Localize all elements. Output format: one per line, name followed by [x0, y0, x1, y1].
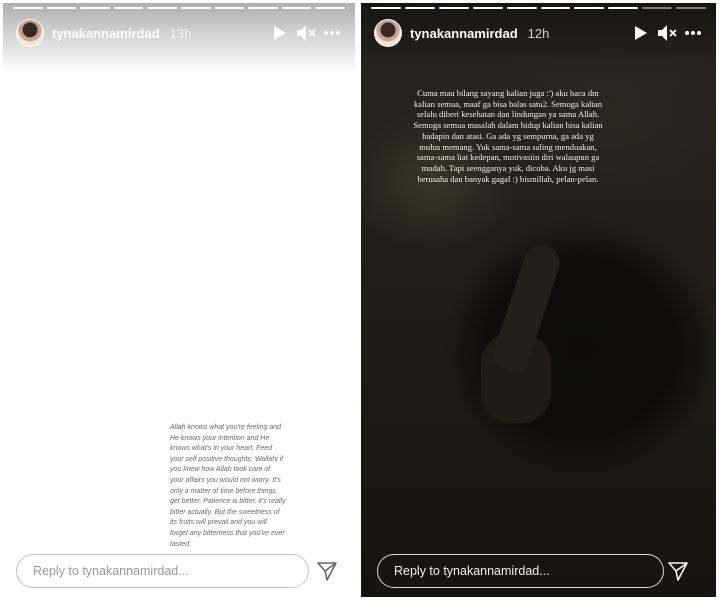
caption-line: bitter actually. But the sweetness of — [170, 508, 280, 516]
progress-segment — [608, 7, 639, 9]
play-icon[interactable] — [269, 22, 291, 44]
progress-segment — [80, 7, 110, 9]
progress-segment — [46, 7, 77, 9]
progress-segment — [371, 7, 401, 9]
caption-line: Allah knows what you're feeling and — [170, 424, 282, 431]
progress-segment — [438, 7, 469, 9]
caption-line: only a matter of time before things — [170, 487, 276, 495]
send-icon[interactable] — [315, 559, 339, 583]
progress-segment — [642, 7, 673, 9]
caption-line: you knew how Allah took care of — [170, 466, 271, 474]
caption-line: selalu diberi kesehatan dan lindungan ya… — [416, 109, 600, 120]
progress-segment — [13, 7, 43, 9]
send-icon[interactable] — [666, 559, 690, 583]
progress-segment — [676, 7, 707, 9]
caption-line: sama-sama liat kedepan, motivasiin diri … — [416, 152, 600, 163]
progress-segment — [574, 7, 605, 9]
progress-segment — [506, 7, 537, 9]
progress-segment — [248, 7, 278, 9]
story-timestamp: 13h — [169, 25, 192, 41]
caption-line: your self positive thoughts. Wallahi if — [170, 455, 284, 463]
story-timestamp: 12h — [527, 25, 550, 41]
story-header: tynakannamirdad 12h — [374, 18, 704, 48]
progress-segment — [404, 7, 435, 9]
mute-icon[interactable] — [656, 22, 678, 44]
caption-line: Cuma mau bilang sayang kalian juga :') a… — [417, 88, 599, 98]
reply-placeholder: Reply to tynakannamirdad... — [33, 564, 189, 578]
story-progress-bar — [13, 7, 345, 9]
caption-line: tasted. — [170, 540, 192, 548]
progress-segment — [315, 7, 345, 9]
story-caption: Allah knows what you're feeling and He kn… — [170, 423, 310, 550]
more-icon[interactable] — [321, 22, 343, 44]
caption-line: mulus memang. Yuk sama-sama saling mendo… — [419, 141, 597, 152]
caption-line: berusaha dan banyak gagal :) bismillah, … — [417, 173, 599, 184]
progress-segment — [472, 7, 503, 9]
progress-segment — [540, 7, 571, 9]
mute-icon[interactable] — [295, 22, 317, 44]
caption-line: mudah. Tapi seengganya yuk, dicoba. Aku … — [421, 162, 595, 173]
caption-line: Semoga semua masalah dalam hidup kalian … — [413, 120, 603, 131]
progress-segment — [147, 7, 177, 9]
caption-line: He knows your intention and He — [170, 434, 270, 442]
caption-line: forget any bitterness that you've ever — [170, 529, 285, 537]
progress-segment — [113, 7, 144, 9]
progress-segment — [281, 7, 312, 9]
caption-line: kalian semua, maaf ga bisa balas satu2. … — [413, 98, 603, 109]
reply-input[interactable]: Reply to tynakannamirdad... — [377, 554, 664, 588]
avatar[interactable] — [16, 19, 44, 47]
story-username[interactable]: tynakannamirdad — [410, 26, 518, 41]
story-header: tynakannamirdad 13h — [16, 18, 343, 48]
caption-line: knows what's in your heart. Feed — [170, 445, 273, 453]
caption-line: its fruits will prevail and you will — [170, 519, 267, 527]
progress-segment — [180, 7, 211, 9]
story-panel-right: tynakannamirdad 12h Cuma mau bilang saya… — [361, 3, 716, 597]
story-caption: Cuma mau bilang sayang kalian juga :') a… — [383, 88, 633, 184]
progress-segment — [214, 7, 245, 9]
caption-line: get better. Patience is bitter, it's rea… — [170, 498, 286, 506]
story-progress-bar — [371, 7, 707, 9]
avatar[interactable] — [374, 19, 402, 47]
story-username[interactable]: tynakannamirdad — [52, 26, 160, 41]
play-icon[interactable] — [630, 22, 652, 44]
more-icon[interactable] — [682, 22, 704, 44]
caption-line: hadapin dan atasi. Ga ada yg sempurna, g… — [422, 130, 594, 141]
reply-placeholder: Reply to tynakannamirdad... — [394, 564, 550, 578]
story-panel-left: tynakannamirdad 13h Allah knows what you… — [3, 3, 355, 597]
reply-input[interactable]: Reply to tynakannamirdad... — [16, 554, 309, 588]
caption-line: your affairs you would not worry. It's — [170, 476, 281, 484]
